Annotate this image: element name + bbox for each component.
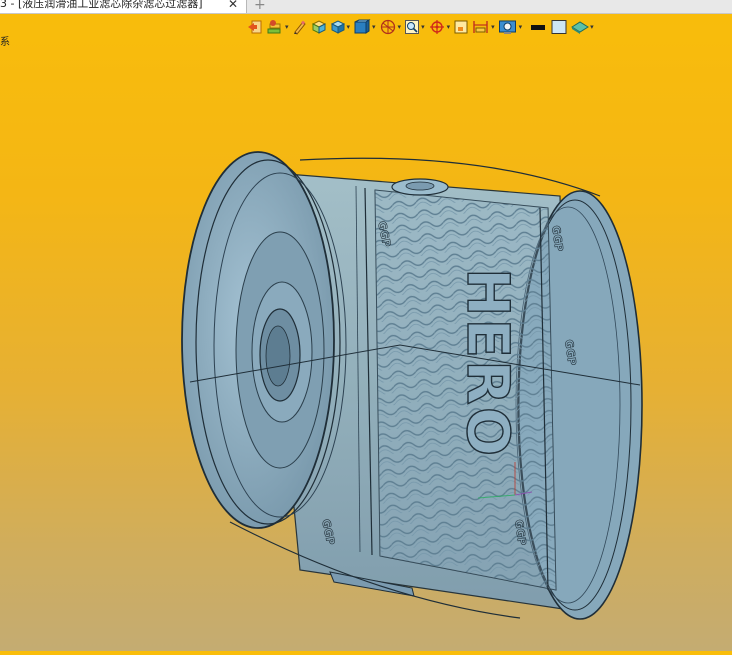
sketch-button[interactable] (292, 16, 308, 38)
chevron-down-icon: ▾ (446, 23, 451, 31)
frame-icon (454, 20, 468, 34)
layers-button[interactable]: ▾ (266, 16, 289, 38)
snap-point-button[interactable]: ▾ (428, 16, 451, 38)
chevron-down-icon: ▾ (397, 23, 402, 31)
new-tab-button[interactable]: + (254, 0, 266, 13)
frame-button[interactable] (453, 16, 469, 38)
chevron-down-icon: ▾ (518, 23, 523, 31)
line-color-icon (531, 25, 546, 30)
crosshair-icon (429, 20, 444, 34)
tab-strip: 3 - [液压润滑油工业滤芯除杂滤芯过滤器] ✕ + (0, 0, 732, 14)
solid-box-icon (330, 20, 345, 34)
exit-button[interactable] (247, 16, 263, 38)
chevron-down-icon: ▾ (590, 23, 594, 31)
shaded-box-button[interactable] (311, 16, 327, 38)
filter-model: GGP GGP GGP GGP GGP HERO (181, 151, 643, 620)
section-view-icon (380, 19, 395, 35)
chevron-down-icon: ▾ (421, 23, 425, 31)
zoom-fit-button[interactable]: ▾ (404, 16, 425, 38)
document-tab[interactable]: 3 - [液压润滑油工业滤芯除杂滤芯过滤器] ✕ (0, 0, 247, 13)
close-icon[interactable]: ✕ (228, 0, 238, 10)
dimension-icon (473, 21, 488, 33)
chevron-down-icon: ▾ (285, 23, 289, 31)
render-mode-icon (498, 20, 516, 34)
hero-emboss-text: HERO (454, 268, 522, 458)
display-style-button[interactable]: ▾ (571, 16, 594, 38)
fill-color-button[interactable] (550, 16, 568, 38)
chevron-down-icon: ▾ (372, 23, 376, 31)
solid-box-button[interactable]: ▾ (330, 16, 351, 38)
pencil-icon (293, 20, 306, 35)
view-cube-icon (354, 19, 371, 34)
view-toolbar: ▾ ▾ ▾ ▾ ▾ ▾ ▾ ▾ ▾ (247, 16, 732, 38)
3d-viewport[interactable]: GGP GGP GGP GGP GGP HERO (0, 38, 732, 651)
shaded-box-icon (311, 20, 326, 34)
chevron-down-icon: ▾ (346, 23, 351, 31)
view-cube-button[interactable]: ▾ (353, 16, 376, 38)
layers-icon (267, 20, 281, 34)
exit-icon (248, 20, 262, 34)
document-tab-title: 3 - [液压润滑油工业滤芯除杂滤芯过滤器] (0, 0, 203, 10)
dimension-button[interactable]: ▾ (472, 16, 495, 38)
render-mode-button[interactable]: ▾ (498, 16, 523, 38)
fill-color-icon (551, 20, 567, 34)
line-color-button[interactable] (529, 16, 547, 38)
section-view-button[interactable]: ▾ (379, 16, 402, 38)
zoom-fit-icon (405, 20, 420, 34)
display-style-icon (571, 21, 590, 34)
chevron-down-icon: ▾ (491, 23, 495, 31)
